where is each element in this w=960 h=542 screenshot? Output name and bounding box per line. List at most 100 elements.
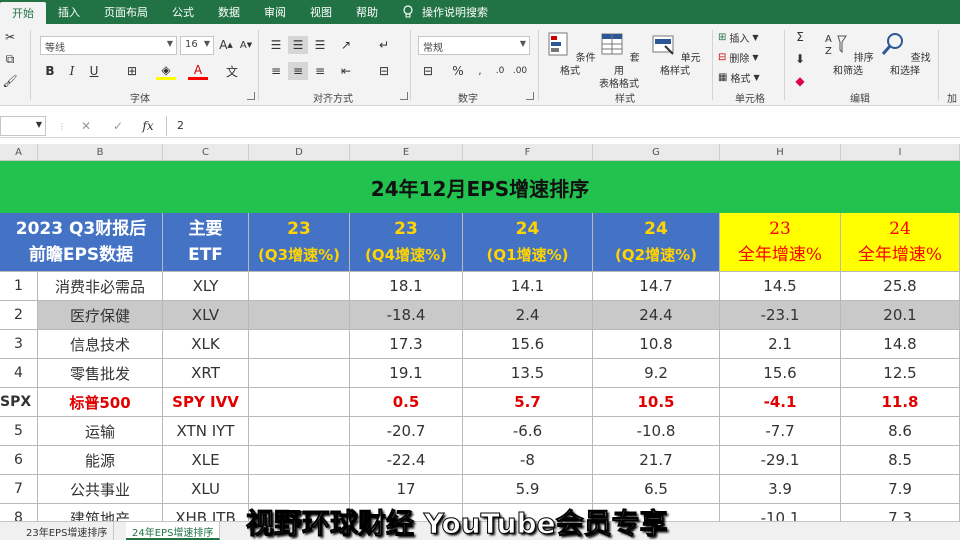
align-right-icon[interactable]: ≡ [310, 62, 330, 80]
font-name-dropdown[interactable]: 等线 ▼ [40, 36, 177, 55]
increase-font-icon[interactable]: A ▲ [216, 36, 236, 54]
cell-e-row-8[interactable]: 17 [350, 475, 463, 504]
header-cell-h[interactable]: 23 全年增速% [720, 213, 841, 272]
cell-c-row-9[interactable]: XHB ITB [163, 504, 249, 521]
insert-function-icon[interactable]: fx [138, 117, 158, 135]
cell-e-row-7[interactable]: -22.4 [350, 446, 463, 475]
cell-g-row-7[interactable]: 21.7 [593, 446, 720, 475]
cell-c-row-3[interactable]: XLK [163, 330, 249, 359]
bold-icon[interactable]: B [40, 62, 60, 80]
cell-b-row-3[interactable]: 信息技术 [38, 330, 163, 359]
tab-data[interactable]: 数据 [206, 0, 252, 24]
cell-f-row-3[interactable]: 15.6 [463, 330, 593, 359]
accounting-icon[interactable]: ⊟ [418, 62, 438, 80]
cell-i-row-6[interactable]: 8.6 [841, 417, 960, 446]
cell-i-row-8[interactable]: 7.9 [841, 475, 960, 504]
cell-h-row-2[interactable]: -23.1 [720, 301, 841, 330]
cell-e-row-6[interactable]: -20.7 [350, 417, 463, 446]
formula-input[interactable]: 2 [166, 116, 960, 136]
cell-h-row-8[interactable]: 3.9 [720, 475, 841, 504]
align-top-icon[interactable]: ☰ [266, 36, 286, 54]
cell-f-row-6[interactable]: -6.6 [463, 417, 593, 446]
cell-f-row-7[interactable]: -8 [463, 446, 593, 475]
align-left-icon[interactable]: ≡ [266, 62, 286, 80]
sort-filter-button[interactable]: AZ 排序和筛选 [820, 30, 876, 78]
sheet-title[interactable]: 24年12月EPS增速排序 [0, 161, 960, 213]
sheet-tab-24[interactable]: 24年EPS增速排序 [126, 522, 221, 540]
cell-d-row-7[interactable] [249, 446, 350, 475]
cell-a-row-4[interactable]: 4 [0, 359, 38, 388]
cell-h-row-1[interactable]: 14.5 [720, 272, 841, 301]
increase-decimal-icon[interactable]: .0 [490, 62, 510, 80]
clear-icon[interactable]: ◆ [790, 72, 810, 90]
cell-f-row-8[interactable]: 5.9 [463, 475, 593, 504]
cell-e-row-3[interactable]: 17.3 [350, 330, 463, 359]
decrease-font-icon[interactable]: A ▼ [236, 36, 256, 54]
tab-review[interactable]: 审阅 [252, 0, 298, 24]
cancel-entry-icon[interactable]: ✕ [76, 117, 96, 135]
tab-insert[interactable]: 插入 [46, 0, 92, 24]
cell-d-row-5[interactable] [249, 388, 350, 417]
column-header-b[interactable]: B [38, 144, 163, 161]
delete-cells-button[interactable]: ⊟ 删除 ▼ [718, 50, 759, 65]
wrap-text-icon[interactable]: ↵ [374, 36, 394, 54]
align-bottom-icon[interactable]: ☰ [310, 36, 330, 54]
header-cell-c[interactable]: 主要 ETF [163, 213, 249, 272]
cell-a-row-8[interactable]: 7 [0, 475, 38, 504]
cell-i-row-3[interactable]: 14.8 [841, 330, 960, 359]
conditional-format-button[interactable]: 条件格式 [544, 30, 596, 78]
cell-i-row-5[interactable]: 11.8 [841, 388, 960, 417]
copy-icon[interactable]: ⧉ [0, 50, 20, 68]
header-cell-g[interactable]: 24 (Q2增速%) [593, 213, 720, 272]
insert-cells-button[interactable]: ⊞ 插入 ▼ [718, 30, 759, 45]
cell-h-row-7[interactable]: -29.1 [720, 446, 841, 475]
cell-f-row-5[interactable]: 5.7 [463, 388, 593, 417]
column-header-c[interactable]: C [163, 144, 249, 161]
merge-center-icon[interactable]: ⊟ [374, 62, 394, 80]
align-center-icon[interactable]: ≡ [288, 62, 308, 80]
cell-c-row-7[interactable]: XLE [163, 446, 249, 475]
cell-g-row-4[interactable]: 9.2 [593, 359, 720, 388]
cell-g-row-1[interactable]: 14.7 [593, 272, 720, 301]
header-cell-f[interactable]: 24 (Q1增速%) [463, 213, 593, 272]
cell-e-row-1[interactable]: 18.1 [350, 272, 463, 301]
column-header-i[interactable]: I [841, 144, 960, 161]
align-middle-icon[interactable]: ☰ [288, 36, 308, 54]
cell-d-row-2[interactable] [249, 301, 350, 330]
tab-home[interactable]: 开始 [0, 2, 46, 24]
border-icon[interactable]: ⊞ [122, 62, 142, 80]
cell-b-row-8[interactable]: 公共事业 [38, 475, 163, 504]
cell-c-row-1[interactable]: XLY [163, 272, 249, 301]
tab-page-layout[interactable]: 页面布局 [92, 0, 160, 24]
fill-icon[interactable]: ⬇ [790, 50, 810, 68]
cell-a-row-7[interactable]: 6 [0, 446, 38, 475]
font-size-dropdown[interactable]: 16 ▼ [180, 36, 214, 55]
column-header-g[interactable]: G [593, 144, 720, 161]
cell-d-row-8[interactable] [249, 475, 350, 504]
cell-h-row-4[interactable]: 15.6 [720, 359, 841, 388]
percent-icon[interactable]: % [448, 62, 468, 80]
cell-h-row-6[interactable]: -7.7 [720, 417, 841, 446]
cell-f-row-2[interactable]: 2.4 [463, 301, 593, 330]
cell-a-row-1[interactable]: 1 [0, 272, 38, 301]
cell-g-row-5[interactable]: 10.5 [593, 388, 720, 417]
cell-e-row-2[interactable]: -18.4 [350, 301, 463, 330]
cell-c-row-6[interactable]: XTN IYT [163, 417, 249, 446]
cell-g-row-8[interactable]: 6.5 [593, 475, 720, 504]
header-cell-i[interactable]: 24 全年增速% [841, 213, 960, 272]
cell-a-row-2[interactable]: 2 [0, 301, 38, 330]
number-launcher-icon[interactable] [526, 92, 534, 100]
column-header-d[interactable]: D [249, 144, 350, 161]
cell-e-row-5[interactable]: 0.5 [350, 388, 463, 417]
cell-c-row-8[interactable]: XLU [163, 475, 249, 504]
format-cells-button[interactable]: ▦ 格式 ▼ [718, 70, 760, 85]
header-cell-e[interactable]: 23 (Q4增速%) [350, 213, 463, 272]
cell-h-row-5[interactable]: -4.1 [720, 388, 841, 417]
cell-f-row-4[interactable]: 13.5 [463, 359, 593, 388]
font-color-icon[interactable]: A [188, 62, 208, 80]
number-format-dropdown[interactable]: 常规 ▼ [418, 36, 530, 55]
cell-i-row-2[interactable]: 20.1 [841, 301, 960, 330]
cell-a-row-5[interactable]: SPX [0, 388, 38, 417]
cell-i-row-9[interactable]: 7.3 [841, 504, 960, 521]
cell-a-row-6[interactable]: 5 [0, 417, 38, 446]
